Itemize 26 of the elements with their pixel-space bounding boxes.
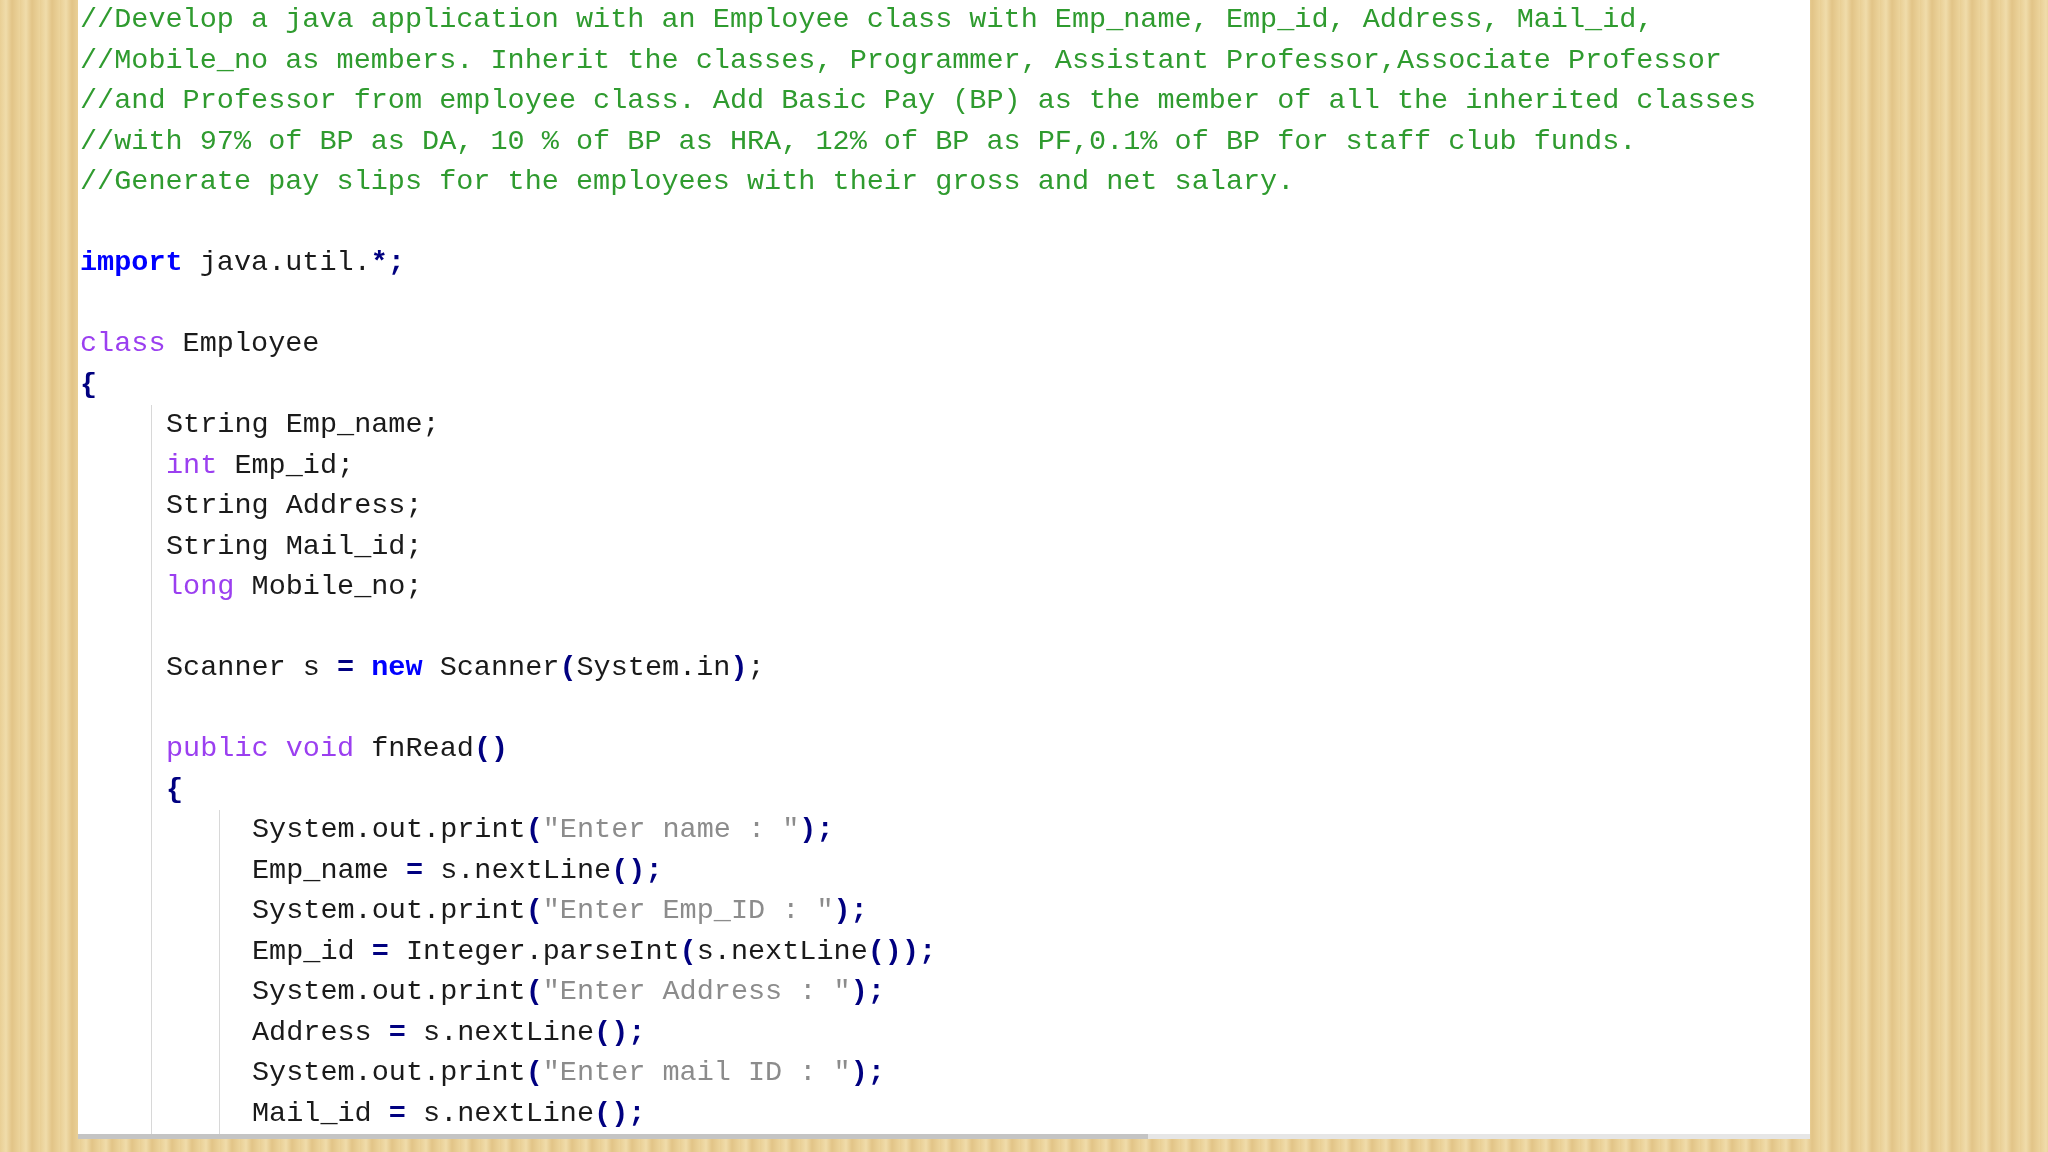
code-line: Emp_name = s.nextLine(); bbox=[252, 852, 664, 889]
code-line: int Emp_id; bbox=[166, 447, 356, 484]
code-line: //with 97% of BP as DA, 10 % of BP as HRA, 12% of BP as PF,0.1% of BP for staff club funds. bbox=[80, 123, 1638, 160]
code-line: class Employee bbox=[80, 326, 321, 362]
code-line: //and Professor from employee class. Add Basic Pay (BP) as the member of all the inherited classes bbox=[80, 83, 1758, 119]
code-editor[interactable] bbox=[78, 0, 1810, 1139]
code-line: Scanner s = new Scanner(System.in); bbox=[166, 650, 766, 686]
code-line: Emp_id = Integer.parseInt(s.nextLine()); bbox=[252, 933, 938, 970]
code-line: long Mobile_no; bbox=[166, 569, 424, 605]
code-line: String Emp_name; bbox=[166, 407, 441, 443]
code-line: System.out.print("Enter Emp_ID : "); bbox=[252, 893, 869, 929]
code-line: String Address; bbox=[166, 488, 424, 524]
code-line: System.out.print("Enter name : "); bbox=[252, 812, 835, 848]
code-line: { bbox=[166, 771, 185, 808]
code-line: System.out.print("Enter Address : "); bbox=[252, 974, 886, 1010]
code-line: //Mobile_no as members. Inherit the classes, Programmer, Assistant Professor,Associate Professor bbox=[80, 42, 1723, 79]
code-line: public void fnRead() bbox=[166, 731, 510, 767]
horizontal-scrollbar[interactable] bbox=[78, 1134, 1148, 1139]
code-line: Address = s.nextLine(); bbox=[252, 1014, 647, 1051]
code-line: //Generate pay slips for the employees with their gross and net salary. bbox=[80, 164, 1296, 200]
code-line: { bbox=[80, 366, 99, 403]
code-line: System.out.print("Enter mail ID : "); bbox=[252, 1055, 886, 1091]
code-line: String Mail_id; bbox=[166, 528, 424, 565]
code-line: Mail_id = s.nextLine(); bbox=[252, 1095, 647, 1132]
code-line: import java.util.*; bbox=[80, 245, 406, 281]
code-line: //Develop a java application with an Employee class with Emp_name, Emp_id, Address, Mail_id, bbox=[80, 2, 1655, 38]
